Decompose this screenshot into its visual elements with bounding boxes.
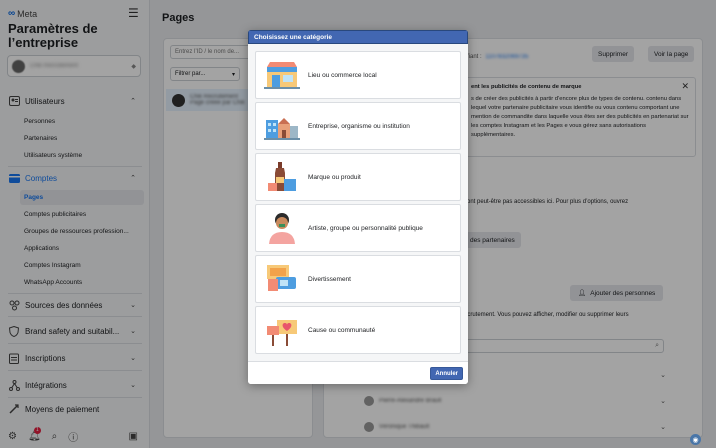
- storefront-icon: [264, 57, 300, 93]
- artist-icon: [264, 210, 300, 246]
- category-artist-public-figure[interactable]: Artiste, groupe ou personnalité publique: [255, 204, 461, 252]
- category-brand-product[interactable]: Marque ou produit: [255, 153, 461, 201]
- cause-icon: [264, 312, 300, 348]
- cancel-button[interactable]: Annuler: [430, 367, 463, 380]
- category-dialog: Choisissez une catégorie Lieu ou commerc…: [248, 30, 468, 384]
- dialog-body: Lieu ou commerce local Entreprise, organ…: [248, 44, 468, 361]
- product-icon: [264, 159, 300, 195]
- entertainment-icon: [264, 261, 300, 297]
- category-local-business[interactable]: Lieu ou commerce local: [255, 51, 461, 99]
- category-cause-community[interactable]: Cause ou communauté: [255, 306, 461, 354]
- dialog-footer: Annuler: [248, 361, 468, 384]
- dialog-title: Choisissez une catégorie: [248, 30, 468, 44]
- building-icon: [264, 108, 300, 144]
- globe-icon[interactable]: ◉: [690, 434, 701, 445]
- category-company[interactable]: Entreprise, organisme ou institution: [255, 102, 461, 150]
- category-entertainment[interactable]: Divertissement: [255, 255, 461, 303]
